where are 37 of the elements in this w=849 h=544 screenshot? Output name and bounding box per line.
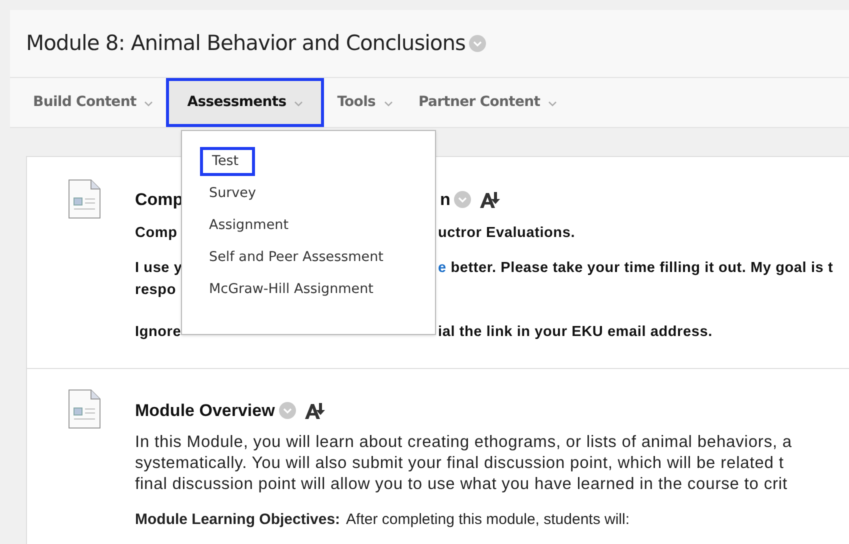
text-line: uctror Evaluations. [438,224,576,242]
chevron-down-icon [384,100,392,106]
text-line: ial the link in your EKU email address. [438,322,712,342]
options-chevron-icon[interactable] [278,402,296,420]
page-title: Module 8: Animal Behavior and Conclusions [26,30,466,57]
chevron-down-icon [294,100,304,106]
item-title: Module Overview [135,400,275,422]
toolbar-tab[interactable]: Assessments [166,78,324,127]
objectives-label: Module Learning Objectives: [135,510,340,530]
text-line: Comp [135,224,178,242]
options-chevron-icon[interactable] [454,191,472,208]
text-size-icon[interactable] [479,190,502,209]
paragraph-line: systematically. You will also submit your final discussion point, which will be related t [135,452,785,474]
paragraph-line: final discussion point will allow you to use what you have learned in the course to crit [135,474,788,494]
toolbar-tab[interactable]: Tools [324,78,406,127]
text-line: Ignore [135,322,182,342]
menu-item[interactable]: Assignment [200,211,298,240]
chevron-down-icon [548,100,558,106]
toolbar-tab[interactable]: Partner Content [406,78,570,127]
menu-item[interactable]: Self and Peer Assessment [200,243,392,272]
menu-item[interactable]: Test [200,147,255,176]
menu-item[interactable]: McGraw-Hill Assignment [200,275,382,304]
text-line: respo [135,281,177,300]
item-title: n [440,189,450,211]
item-title: Comp [135,189,182,211]
text-line: better. Please take your time filling it out. My goal is t [450,259,834,278]
document-icon [68,179,101,219]
chevron-down-icon [144,100,154,106]
text-line: I use y [135,259,182,278]
paragraph-line: In this Module, you will learn about creating ethograms, or lists of animal behaviors, a [135,432,792,452]
text-size-icon[interactable] [304,402,326,420]
toolbar-tab[interactable]: Build Content [20,78,166,127]
document-icon [68,389,101,429]
menu-item[interactable]: Survey [200,179,265,208]
options-chevron-icon[interactable] [469,35,486,52]
objectives-text: After completing this module, students will: [346,510,630,530]
link[interactable]: e [438,258,446,280]
